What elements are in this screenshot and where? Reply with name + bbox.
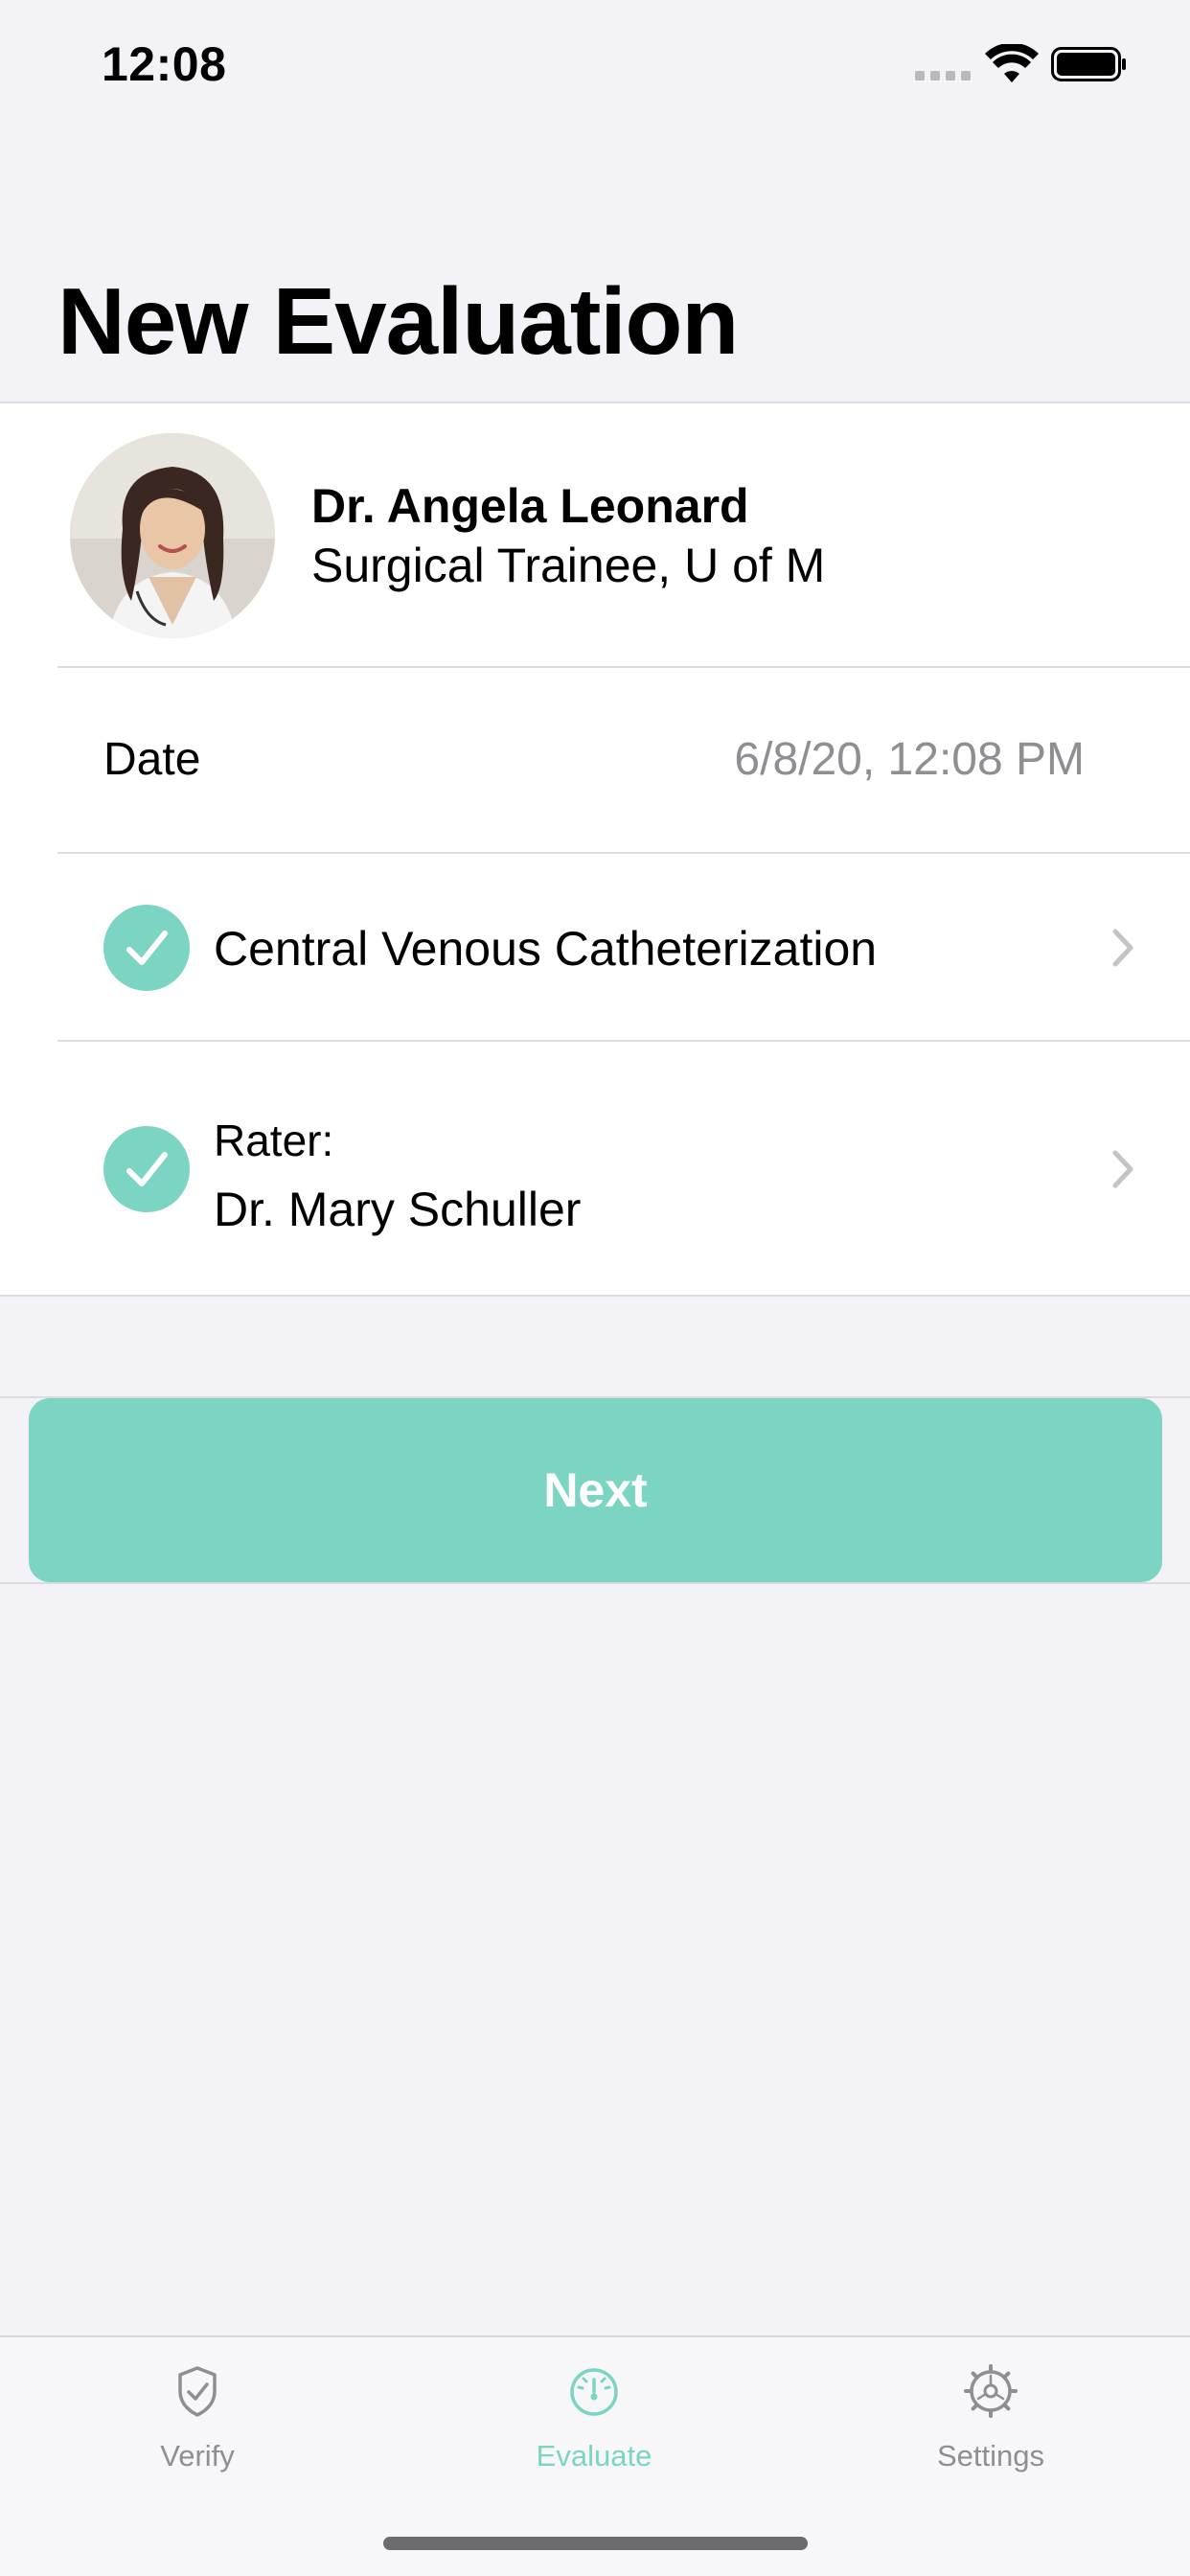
new-evaluation-screen: 12:08 New Evaluation Dr. Angela Leonard … [0,0,1190,2576]
chevron-right-icon [1112,1150,1133,1188]
procedure-row[interactable]: Central Venous Catheterization [0,854,1190,1042]
battery-icon [1051,47,1126,81]
home-indicator[interactable] [383,2537,808,2550]
gauge-icon [570,2368,618,2416]
next-button-section: Next [0,1396,1190,1584]
tab-verify[interactable]: Verify [54,2360,341,2514]
page-title: New Evaluation [57,268,739,374]
checkmark-circle-icon [103,1126,190,1212]
tab-settings[interactable]: Settings [847,2360,1134,2514]
tab-label: Evaluate [536,2439,652,2472]
tab-label: Settings [936,2439,1044,2472]
rater-label: Rater: [214,1116,334,1165]
status-time: 12:08 [102,37,227,91]
avatar [70,433,275,638]
chevron-right-icon [1112,929,1133,967]
checkmark-circle-icon [103,905,190,991]
trainee-profile-row: Dr. Angela Leonard Surgical Trainee, U o… [0,403,1190,668]
status-bar: 12:08 [0,0,1190,134]
gear-icon [964,2364,1018,2418]
evaluation-form-card: Dr. Angela Leonard Surgical Trainee, U o… [0,402,1190,1297]
cellular-signal-icon [915,71,971,80]
procedure-label: Central Venous Catheterization [214,922,878,976]
wifi-icon [985,44,1039,82]
rater-row[interactable]: Rater: Dr. Mary Schuller [0,1042,1190,1297]
trainee-photo [70,433,275,638]
trainee-name: Dr. Angela Leonard [311,479,749,533]
date-label: Date [103,734,201,785]
rater-name: Dr. Mary Schuller [214,1183,582,1236]
date-value[interactable]: 6/8/20, 12:08 PM [734,733,1085,786]
shield-check-icon [178,2366,217,2417]
date-row[interactable]: Date 6/8/20, 12:08 PM [0,668,1190,854]
next-button[interactable]: Next [29,1398,1162,1582]
tab-evaluate[interactable]: Evaluate [450,2360,738,2514]
tab-label: Verify [160,2439,235,2472]
trainee-subtitle: Surgical Trainee, U of M [311,539,826,592]
